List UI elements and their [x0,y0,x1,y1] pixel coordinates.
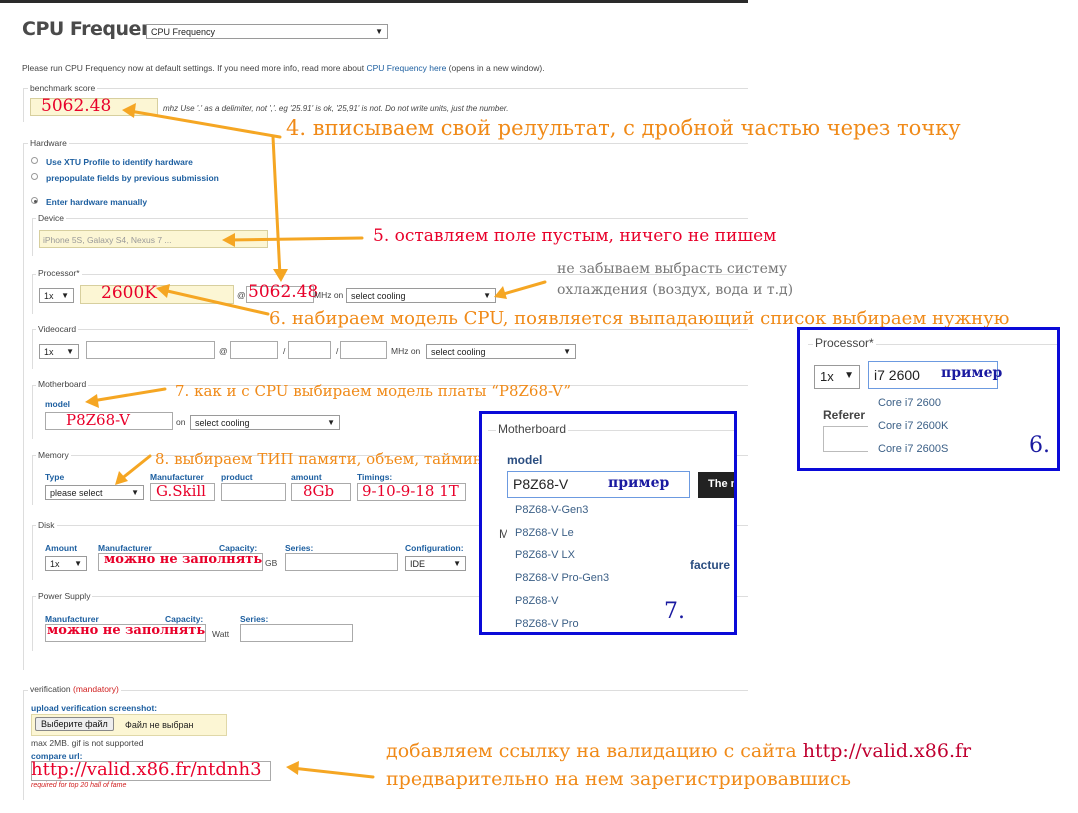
mb-panel-hint: пример [608,475,670,491]
mb-option[interactable]: P8Z68-V Pro-Gen3 [515,572,609,584]
mb-panel-legend: Motherboard [496,422,569,436]
mb-option[interactable]: P8Z68-V Pro [515,618,579,630]
cpu-panel-dropdown: Core i7 2600 Core i7 2600K Core i7 2600S [868,389,998,465]
cpu-example-panel: Processor* 1x ▼ i7 2600 пример Referer Co… [797,327,1060,471]
mb-panel-model-label: model [507,453,543,467]
mb-panel-typed: P8Z68-V [513,476,569,492]
cpu-panel-typed: i7 2600 [874,367,920,383]
cpu-panel-referer-input[interactable] [823,426,873,452]
mb-panel-tooltip: The n [698,472,734,498]
cpu-panel-count-select[interactable]: 1x ▼ [814,365,860,389]
arrow-to-processor-model [161,288,270,316]
mb-option[interactable]: P8Z68-V-Gen3 [515,504,588,516]
arrow-to-cooling [498,280,547,297]
cpu-option[interactable]: Core i7 2600K [878,420,948,432]
mb-option[interactable]: P8Z68-V Le [515,527,574,539]
arrowhead [156,284,170,298]
cpu-panel-legend: Processor* [813,336,876,350]
arrow-to-device [226,236,364,242]
cpu-option[interactable]: Core i7 2600 [878,397,941,409]
arrowhead [115,471,128,485]
arrow-to-benchmark [128,109,282,139]
cpu-panel-number: 6. [1029,433,1050,458]
arrowhead [273,269,288,282]
arrow-to-frequency [271,135,282,278]
cpu-panel-count-value: 1x [820,369,834,384]
mb-example-panel: Motherboard model P8Z68-V пример The n M… [479,411,737,635]
mb-panel-number: 7. [664,599,685,624]
mb-panel-side-text: facture [690,558,731,572]
mb-option[interactable]: P8Z68-V LX [515,549,575,561]
arrowhead [122,103,136,118]
mb-panel-dropdown: P8Z68-V-Gen3 P8Z68-V Le P8Z68-V LX P8Z68… [507,498,690,632]
arrowhead [286,761,299,775]
cpu-panel-hint: пример [941,365,1003,381]
arrow-to-compare-url [290,766,375,779]
arrow-to-memory-type [118,454,152,482]
mb-option[interactable]: P8Z68-V [515,595,558,607]
arrowhead [222,233,235,247]
arrow-to-motherboard [90,387,167,403]
cpu-option[interactable]: Core i7 2600S [878,443,948,455]
chevron-down-icon: ▼ [844,370,854,381]
cpu-panel-referer: Referer [823,408,866,422]
arrowhead [85,394,99,408]
